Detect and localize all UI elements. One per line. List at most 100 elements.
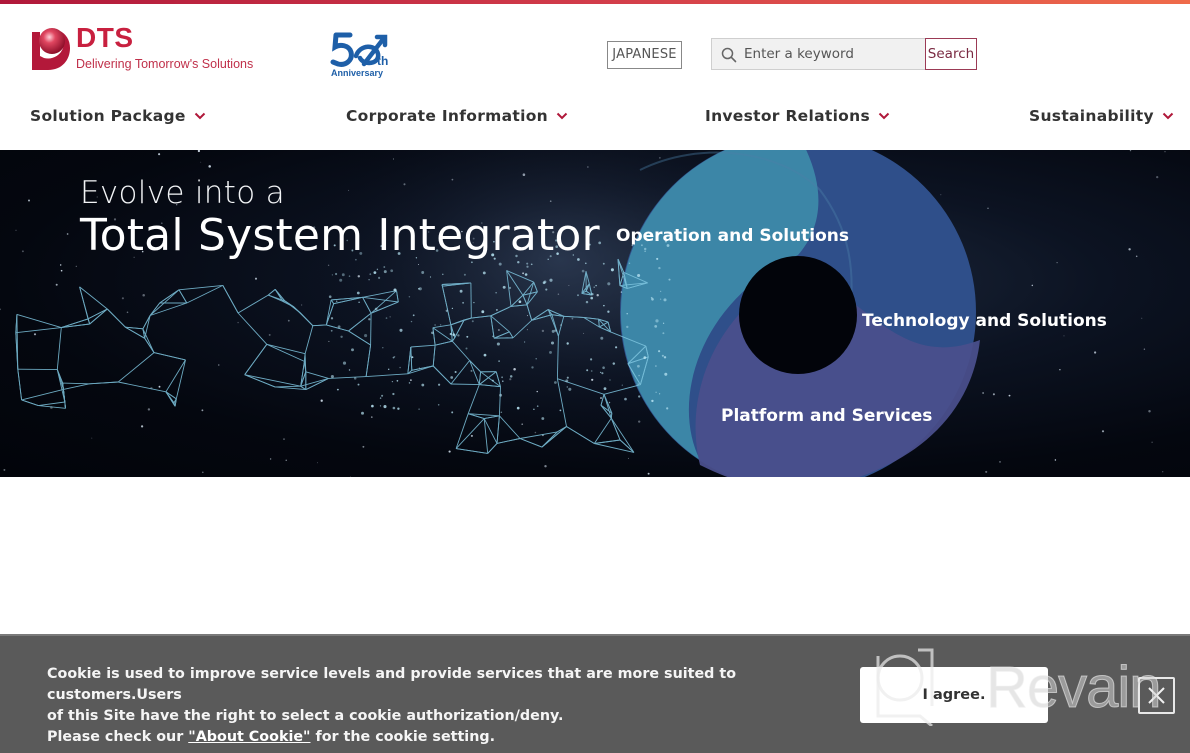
particle [496,342,500,346]
particle [559,409,562,412]
particle [495,308,498,311]
star [268,333,271,336]
particle [383,270,387,274]
agree-button[interactable]: I agree. [860,667,1048,723]
star [1151,441,1153,443]
particle [351,348,354,352]
particle [340,335,343,339]
particle [438,383,441,386]
particle [368,278,370,281]
particle [330,374,334,379]
particle [655,319,659,323]
particle [335,272,338,276]
particle [655,391,657,394]
star [522,173,526,176]
particle [607,282,611,286]
particle [449,332,452,336]
mesh-line [610,413,613,419]
star [509,378,512,381]
search-field[interactable] [711,38,926,70]
particle [498,262,502,266]
particle [526,265,529,268]
particle [434,324,436,326]
segment-label-technology[interactable]: Technology and Solutions [862,311,1107,331]
close-cookie-button[interactable] [1138,677,1175,714]
hero-banner[interactable]: Evolve into a Total System Integrator Op… [0,150,1190,477]
particle [498,360,500,362]
particle [369,273,372,276]
star [526,329,528,331]
star [147,408,151,411]
star [202,471,204,474]
particle [651,399,654,403]
star [521,423,524,426]
mesh-line [487,443,498,454]
nav-item-corporate-information[interactable]: Corporate Information [346,102,568,130]
chevron-down-icon [194,112,205,120]
mesh-line [106,308,126,328]
mesh-line [89,381,119,385]
anniversary-logo: th Anniversary [330,32,396,82]
particle [499,393,503,397]
star [60,269,63,272]
particle [524,273,528,276]
star [659,157,661,159]
particle [659,393,661,395]
particle [602,366,605,369]
star [1141,317,1143,319]
mesh-line [244,374,276,388]
particle [429,276,432,278]
search-input[interactable] [744,39,924,69]
particle [586,369,589,372]
particle [644,250,646,252]
star [985,470,988,473]
particle [408,296,411,298]
japanese-language-button[interactable]: JAPANESE [607,41,682,69]
particle [501,376,503,379]
particle [421,271,425,274]
nav-item-sustainability[interactable]: Sustainability [1029,102,1174,130]
particle [473,301,475,304]
particle [418,287,422,291]
particle [412,314,415,317]
particle [348,369,351,371]
mesh-line [300,361,305,387]
mesh-line [304,325,314,354]
star [1143,348,1146,350]
star [91,437,93,439]
mesh-line [266,343,306,355]
star [316,462,318,464]
nav-item-solution-package[interactable]: Solution Package [30,102,206,130]
nav-item-investor-relations[interactable]: Investor Relations [705,102,890,130]
segment-label-platform[interactable]: Platform and Services [721,406,932,426]
mesh-line [328,376,367,379]
mesh-line [244,344,268,375]
search-button[interactable]: Search [925,38,977,70]
star [1008,394,1011,397]
dts-logo[interactable]: DTS Delivering Tomorrow's Solutions [30,22,270,76]
star [158,385,161,388]
particle [383,405,387,409]
particle [584,262,587,265]
particle [656,257,659,260]
star [587,166,589,168]
mesh-line [79,286,108,310]
particle [615,346,618,349]
particle [410,320,413,323]
star [583,332,585,334]
star [237,321,239,324]
particle [341,273,345,277]
mesh-line [222,285,239,314]
particle [374,307,378,311]
particle [650,296,653,299]
particle [459,289,463,293]
particle [620,291,623,293]
particle [348,275,351,277]
particle [437,404,440,406]
particle [637,383,639,385]
segment-label-operation[interactable]: Operation and Solutions [616,226,849,246]
about-cookie-link[interactable]: "About Cookie" [188,729,310,745]
particle [482,271,486,275]
ring-center [739,256,857,374]
mesh-line [56,327,62,370]
